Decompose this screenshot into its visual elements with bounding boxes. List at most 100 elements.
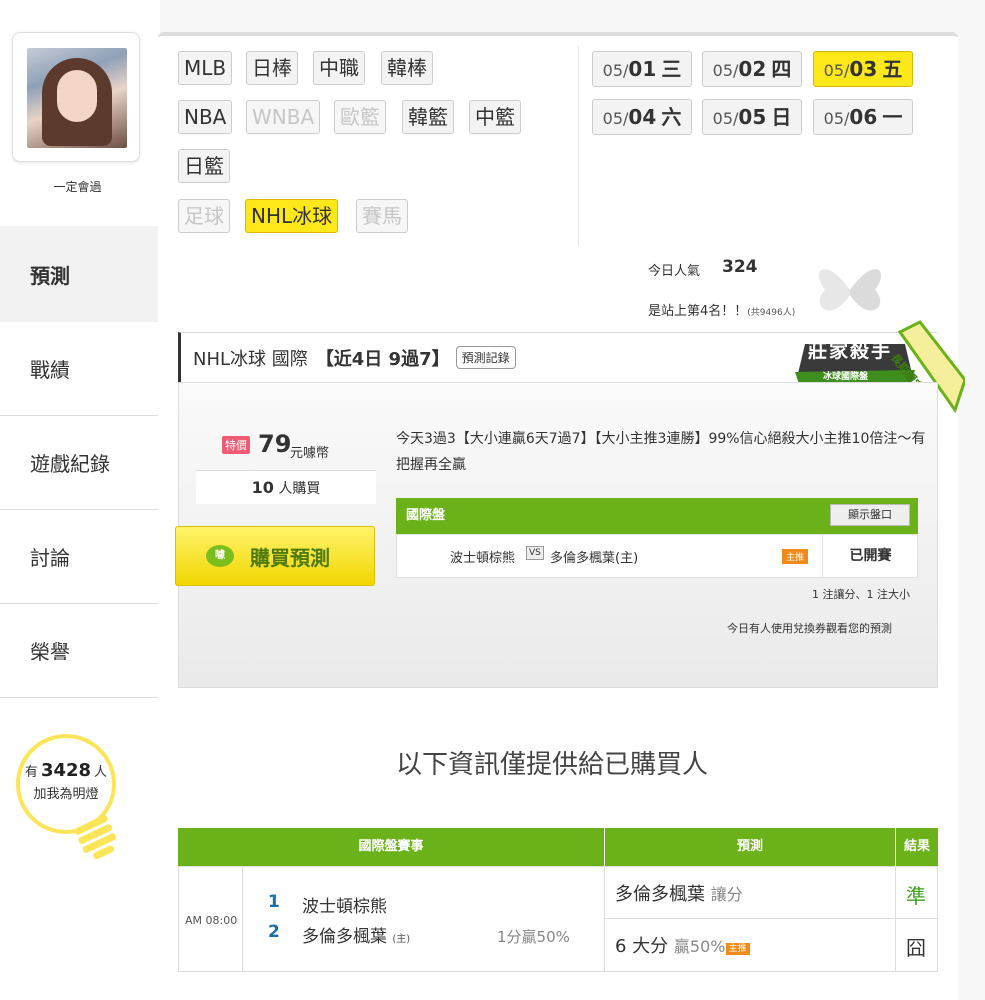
- sport-tag-kbo[interactable]: 韓棒: [381, 51, 433, 85]
- date-day: 01: [628, 57, 657, 81]
- buy-label: 購買預測: [250, 545, 330, 570]
- sport-tag-euro-basketball: 歐籃: [334, 100, 386, 134]
- pick2-detail: 贏50%: [673, 937, 726, 956]
- pick1-type: 讓分: [710, 885, 743, 904]
- special-badge: 特價: [222, 436, 250, 454]
- fan-count-line: 有 3428 人: [20, 760, 112, 781]
- pick-spread: 多倫多楓葉 讓分: [615, 880, 743, 906]
- buyers-number: 10: [251, 478, 274, 497]
- spread-info: 1分贏50%: [497, 928, 570, 946]
- league-title: NHL冰球 國際: [193, 348, 308, 370]
- sport-tag-npb[interactable]: 日棒: [246, 51, 298, 85]
- team2-label: 多倫多楓葉: [302, 927, 387, 947]
- rank-text: 是站上第4名！！(共9496人): [648, 300, 795, 319]
- sport-tag-mlb[interactable]: MLB: [178, 51, 233, 85]
- sport-tag-cpbl[interactable]: 中職: [313, 51, 365, 85]
- pick-total: 6 大分 贏50% 主推: [615, 932, 750, 958]
- game-status: 已開賽: [822, 534, 918, 578]
- cell-divider: [604, 866, 605, 972]
- table-header-game: 國際盤賽事: [178, 828, 604, 866]
- sport-tag-kbl[interactable]: 韓籃: [402, 100, 454, 134]
- date-button-0505[interactable]: 05/05 日: [702, 99, 802, 135]
- rank-value: 是站上第4名！！: [648, 304, 748, 319]
- nav-item-discussion[interactable]: 討論: [0, 510, 158, 604]
- price-unit: 元噱幣: [290, 446, 330, 461]
- team1-name: 波士頓棕熊: [302, 897, 387, 917]
- fan-count: 3428: [40, 760, 92, 781]
- date-weekday: 六: [661, 105, 682, 129]
- result-table: [178, 866, 938, 972]
- buyers-count: 10 人購買: [196, 470, 376, 504]
- date-button-0502[interactable]: 05/02 四: [702, 51, 802, 87]
- rank-total: (共9496人): [747, 308, 796, 318]
- nav-item-record[interactable]: 戰績: [0, 322, 158, 416]
- date-md: 05/: [712, 109, 739, 128]
- date-md: 05/: [823, 61, 850, 80]
- date-day: 05: [738, 105, 767, 129]
- sidebar: 一定會過 預測 戰績 遊戲紀錄 討論 榮譽 有 3428 人 加我為明燈: [0, 0, 160, 1000]
- date-weekday: 四: [771, 57, 792, 81]
- bet-count: 1 注讓分、1 注大小: [812, 588, 910, 601]
- prediction-description: 今天3過3【大小連贏6天7過7】【大小主推3連勝】99%信心絕殺大小主推10倍注…: [396, 431, 926, 473]
- date-weekday: 三: [661, 57, 682, 81]
- date-button-0504[interactable]: 05/04 六: [592, 99, 692, 135]
- avatar[interactable]: [27, 48, 127, 148]
- result-total: 囧: [906, 936, 926, 960]
- date-weekday: 五: [882, 57, 903, 81]
- team2-number: 2: [268, 922, 280, 942]
- badge-title: 莊家殺手: [808, 340, 893, 362]
- pick2-value: 6 大分: [615, 936, 669, 957]
- home-tag: (主): [392, 934, 411, 945]
- date-weekday: 一: [882, 105, 903, 129]
- sport-tag-bleague[interactable]: 日籃: [178, 149, 230, 183]
- date-day: 03: [849, 57, 878, 81]
- nav-item-prediction[interactable]: 預測: [0, 226, 160, 322]
- home-team: 多倫多楓葉(主): [550, 551, 639, 566]
- show-odds-button[interactable]: 顯示盤口: [830, 504, 910, 526]
- date-md: 05/: [823, 109, 850, 128]
- buy-prediction-button[interactable]: 噱 購買預測: [175, 526, 375, 586]
- pick1-team: 多倫多楓葉: [615, 884, 705, 905]
- purchased-info-title: 以下資訊僅提供給已購買人: [396, 750, 709, 780]
- result-spread: 準: [906, 884, 926, 908]
- fan-suffix: 人: [94, 765, 108, 780]
- cell-divider: [242, 866, 243, 972]
- record-summary: 【近4日 9過7】: [315, 348, 450, 370]
- avatar-card[interactable]: [12, 32, 140, 162]
- cell-divider: [604, 918, 938, 919]
- follow-link[interactable]: 加我為明燈: [20, 783, 112, 802]
- date-md: 05/: [602, 109, 629, 128]
- date-button-0501[interactable]: 05/01 三: [592, 51, 692, 87]
- sport-tag-sbl[interactable]: 中籃: [469, 100, 521, 134]
- sport-tag-wnba: WNBA: [246, 100, 321, 134]
- date-button-0506[interactable]: 05/06 一: [813, 99, 913, 135]
- table-header-result: 結果: [896, 828, 938, 866]
- fan-prefix: 有: [24, 765, 38, 780]
- user-name: 一定會過: [53, 180, 102, 194]
- sport-tag-nhl[interactable]: NHL冰球: [245, 199, 339, 233]
- sport-tag-nba[interactable]: NBA: [178, 100, 233, 134]
- date-md: 05/: [712, 61, 739, 80]
- avatar-face: [57, 70, 97, 122]
- date-day: 06: [849, 105, 878, 129]
- buyers-unit: 人購買: [278, 481, 321, 497]
- coin-icon: 噱: [206, 545, 234, 567]
- table-header-prediction: 預測: [605, 828, 895, 866]
- sport-tag-soccer: 足球: [178, 199, 230, 233]
- nav-item-game-log[interactable]: 遊戲紀錄: [0, 416, 158, 510]
- price: 79: [258, 430, 292, 458]
- popularity-label: 今日人氣: [648, 264, 701, 279]
- badge-subtitle: 冰球國際盤: [823, 372, 869, 382]
- coupon-note: 今日有人使用兌換券觀看您的預測: [727, 622, 892, 635]
- pick2-main-badge: 主推: [725, 942, 750, 955]
- date-day: 04: [628, 105, 657, 129]
- date-weekday: 日: [771, 105, 792, 129]
- team2-name: 多倫多楓葉 (主): [302, 922, 410, 947]
- vs-icon: VS: [526, 546, 544, 560]
- date-md: 05/: [602, 61, 629, 80]
- nav-item-honor[interactable]: 榮譽: [0, 604, 158, 698]
- popularity-value: 324: [722, 257, 758, 277]
- date-day: 02: [738, 57, 767, 81]
- date-button-0503[interactable]: 05/03 五: [813, 51, 913, 87]
- prediction-record-button[interactable]: 預測記錄: [455, 346, 516, 369]
